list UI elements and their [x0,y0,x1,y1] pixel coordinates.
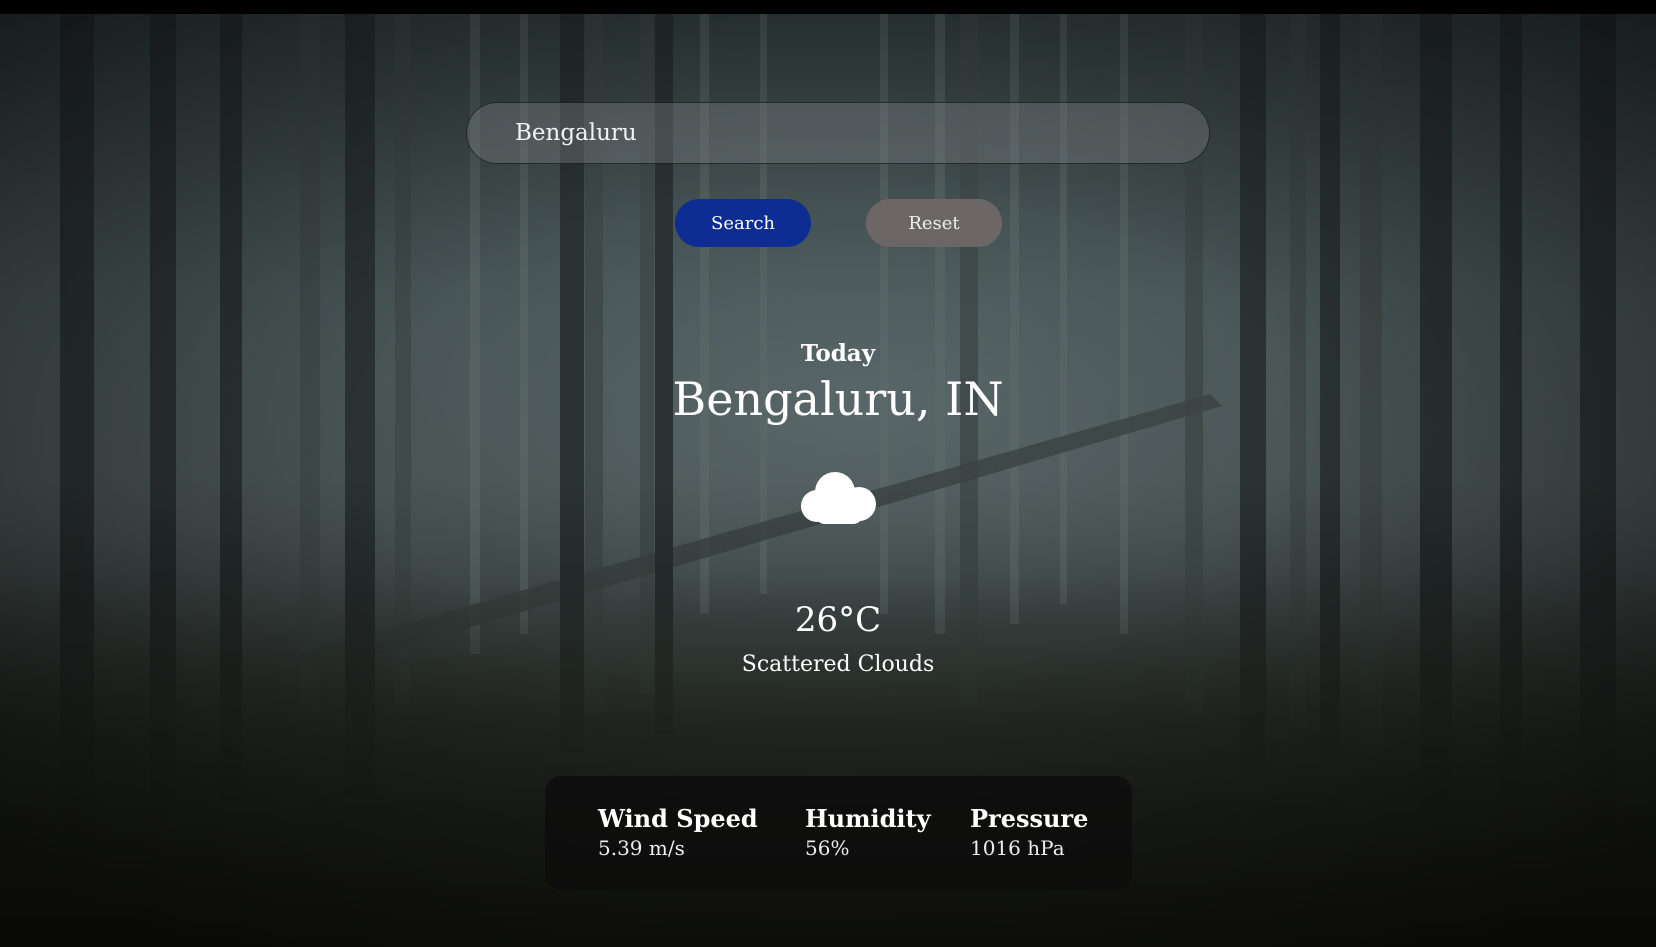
stat-value: 56% [805,836,850,860]
wind-speed-stat: Wind Speed 5.39 m/s [598,804,758,862]
weather-description: Scattered Clouds [741,652,935,677]
city-search-input[interactable] [466,102,1210,164]
reset-button[interactable]: Reset [866,199,1002,247]
stat-label: Wind Speed [598,804,758,833]
top-black-bar [0,0,1656,14]
pressure-stat: Pressure 1016 hPa [970,804,1088,862]
humidity-stat: Humidity 56% [805,804,931,862]
stat-value: 5.39 m/s [598,836,685,860]
search-button[interactable]: Search [675,199,811,247]
location-title: Bengaluru, IN [672,372,1004,426]
day-label: Today [800,340,876,367]
stat-label: Pressure [970,804,1089,833]
stat-value: 1016 hPa [970,836,1065,860]
stat-label: Humidity [805,804,931,833]
temperature: 26°C [794,600,882,640]
weather-stats-panel: Wind Speed 5.39 m/s Humidity 56% Pressur… [545,776,1132,890]
cloud-icon [801,472,876,524]
